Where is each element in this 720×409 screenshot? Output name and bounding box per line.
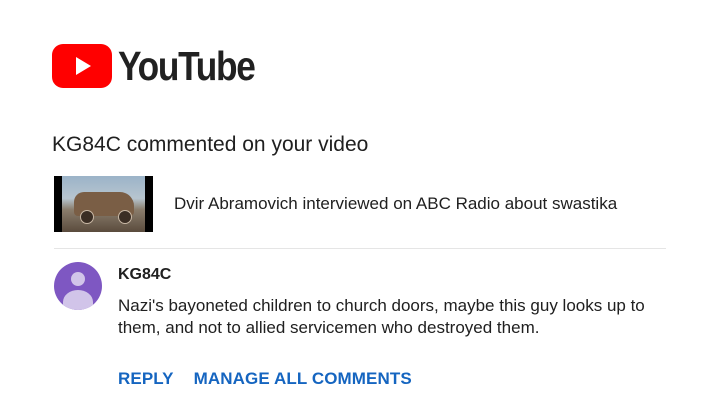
avatar-head-shape xyxy=(71,272,85,286)
avatar-body-shape xyxy=(63,290,93,310)
person-avatar-icon[interactable] xyxy=(54,262,102,310)
comment-text: Nazi's bayoneted children to church door… xyxy=(118,296,645,337)
video-title[interactable]: Dvir Abramovich interviewed on ABC Radio… xyxy=(174,194,617,214)
video-link[interactable]: Dvir Abramovich interviewed on ABC Radio… xyxy=(54,176,617,232)
youtube-play-icon xyxy=(52,44,112,88)
comment-actions: REPLY MANAGE ALL COMMENTS xyxy=(118,369,432,389)
notification-headline: KG84C commented on your video xyxy=(52,133,369,156)
youtube-wordmark: YouTube xyxy=(118,43,256,89)
thumbnail-wheel-front xyxy=(80,210,94,224)
thumbnail-wheel-rear xyxy=(118,210,132,224)
comment-body: KG84C Nazi's bayoneted children to churc… xyxy=(118,266,658,339)
manage-all-comments-button[interactable]: MANAGE ALL COMMENTS xyxy=(194,369,412,389)
video-thumbnail[interactable] xyxy=(54,176,153,232)
comment-author[interactable]: KG84C xyxy=(118,266,658,284)
reply-button[interactable]: REPLY xyxy=(118,369,174,389)
youtube-logo[interactable]: YouTube xyxy=(52,44,277,88)
comment: KG84C Nazi's bayoneted children to churc… xyxy=(54,262,658,339)
thumbnail-image xyxy=(62,176,145,232)
divider xyxy=(54,248,666,249)
